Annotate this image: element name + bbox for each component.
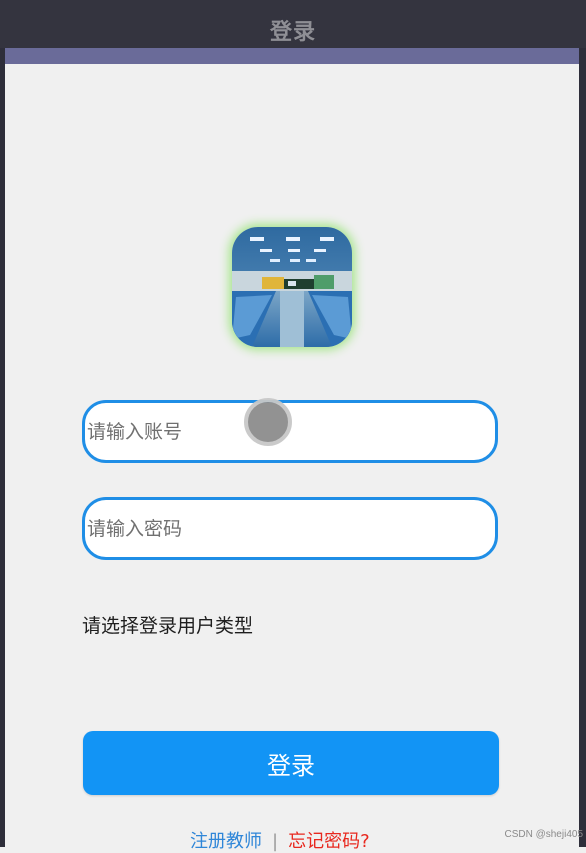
classroom-photo-icon bbox=[232, 227, 352, 347]
bottom-links: 注册教师 | 忘记密码? bbox=[190, 827, 370, 852]
password-input[interactable] bbox=[85, 500, 495, 557]
page-title: 登录 bbox=[269, 20, 316, 45]
watermark: CSDN @sheji405 bbox=[504, 829, 583, 840]
user-type-label[interactable]: 请选择登录用户类型 bbox=[82, 611, 253, 638]
link-separator: | bbox=[272, 831, 279, 852]
header-accent-bar bbox=[5, 48, 579, 64]
password-field[interactable] bbox=[82, 497, 498, 560]
touch-cursor-indicator bbox=[244, 398, 292, 446]
window-frame-right bbox=[579, 0, 586, 847]
forgot-password-link[interactable]: 忘记密码? bbox=[288, 831, 370, 852]
register-teacher-link[interactable]: 注册教师 bbox=[190, 831, 262, 852]
login-button[interactable]: 登录 bbox=[83, 731, 499, 795]
title-bar: 登录 bbox=[0, 0, 586, 48]
